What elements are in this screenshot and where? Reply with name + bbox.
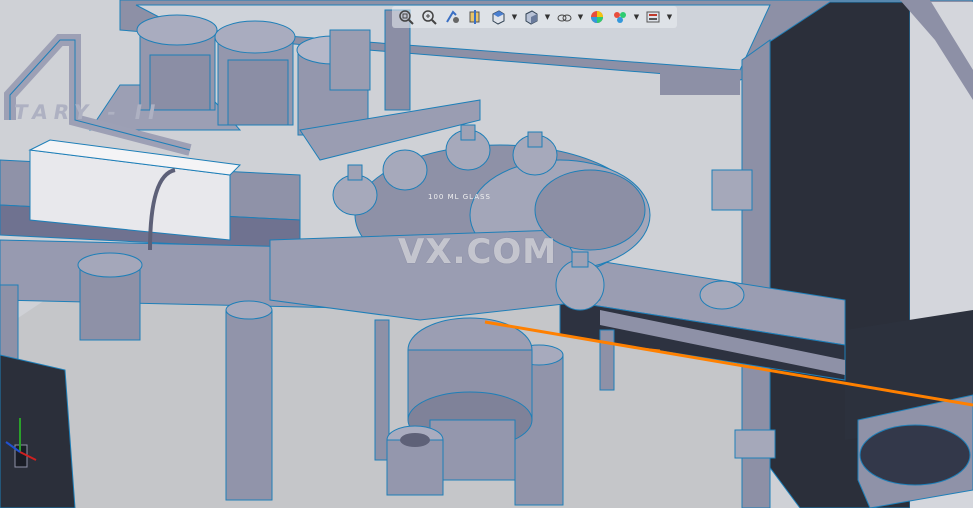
hide-show-icon[interactable] <box>554 7 574 27</box>
chevron-down-icon[interactable]: ▼ <box>544 7 551 27</box>
chevron-down-icon[interactable]: ▼ <box>666 7 673 27</box>
display-style-icon[interactable] <box>521 7 541 27</box>
chevron-down-icon[interactable]: ▼ <box>577 7 584 27</box>
chevron-down-icon[interactable]: ▼ <box>511 7 518 27</box>
lower-drum <box>386 317 533 496</box>
view-settings-icon[interactable] <box>643 7 663 27</box>
watermark-text: VX.COM <box>398 232 558 272</box>
heads-up-view-toolbar: ▼ ▼ ▼ ▼ ▼ <box>392 6 677 28</box>
zoom-area-icon[interactable] <box>419 7 439 27</box>
plate-label: 100 ML GLASS <box>428 193 491 201</box>
section-view-icon[interactable] <box>465 7 485 27</box>
appearance-icon[interactable] <box>587 7 607 27</box>
engraved-label: TARY - II <box>11 100 164 124</box>
chevron-down-icon[interactable]: ▼ <box>633 7 640 27</box>
coordinate-triad <box>0 412 40 472</box>
scene-icon[interactable] <box>610 7 630 27</box>
view-orientation-icon[interactable] <box>488 7 508 27</box>
cad-viewport[interactable]: TARY - II 100 ML GLASS VX.COM ▼ ▼ ▼ ▼ ▼ <box>0 0 973 508</box>
previous-view-icon[interactable] <box>442 7 462 27</box>
zoom-fit-icon[interactable] <box>396 7 416 27</box>
